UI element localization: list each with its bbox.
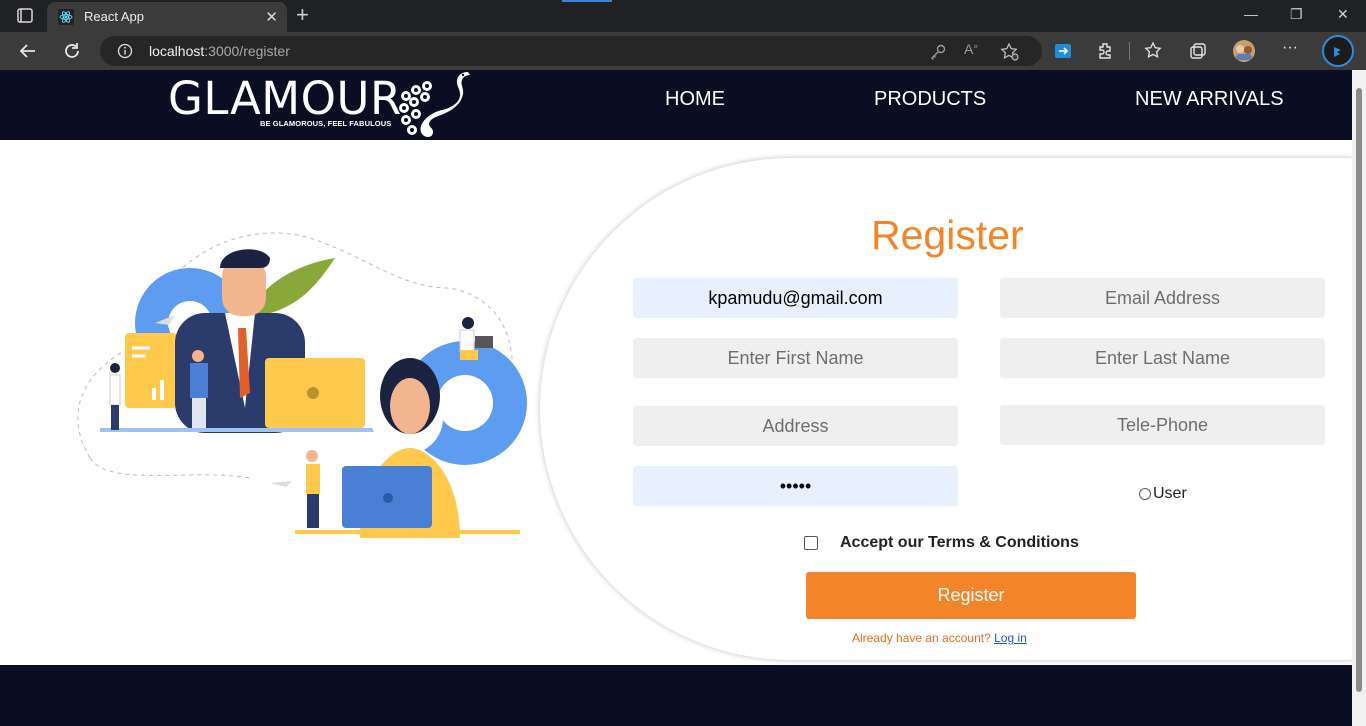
add-favorite-icon[interactable] bbox=[1000, 42, 1020, 62]
register-button[interactable]: Register bbox=[806, 572, 1136, 619]
teamwork-illustration bbox=[77, 232, 527, 538]
read-aloud-icon[interactable]: A» bbox=[964, 41, 984, 61]
brand-tagline: BE GLAMOROUS, FEEL FABULOUS bbox=[260, 119, 392, 128]
brand-logo[interactable]: GLAMOUR bbox=[168, 72, 402, 125]
terms-row: Accept our Terms & Conditions bbox=[804, 534, 1079, 552]
radio-label: User bbox=[1153, 485, 1187, 502]
radio-button[interactable] bbox=[1139, 488, 1151, 500]
close-tab-icon[interactable]: ✕ bbox=[265, 8, 278, 26]
more-options-icon[interactable]: ··· bbox=[1282, 39, 1302, 59]
first-name-field[interactable] bbox=[633, 338, 958, 378]
profile-avatar[interactable] bbox=[1232, 39, 1256, 63]
copilot-icon[interactable] bbox=[1322, 35, 1354, 67]
screenshot-icon[interactable] bbox=[1053, 41, 1073, 61]
refresh-icon[interactable] bbox=[62, 41, 82, 61]
scrollbar-thumb[interactable] bbox=[1356, 88, 1362, 692]
terms-label: Accept our Terms & Conditions bbox=[840, 534, 1079, 551]
active-indicator bbox=[562, 0, 612, 2]
telephone-field[interactable] bbox=[1000, 405, 1325, 445]
toolbar-divider bbox=[1129, 42, 1130, 60]
extensions-icon[interactable] bbox=[1096, 41, 1116, 61]
minimize-icon[interactable]: — bbox=[1244, 6, 1258, 22]
collections-icon[interactable] bbox=[1188, 41, 1208, 61]
restore-icon[interactable]: ❐ bbox=[1290, 6, 1303, 23]
login-link[interactable]: Log in bbox=[994, 631, 1027, 645]
user-radio[interactable]: User bbox=[1139, 485, 1187, 503]
back-icon[interactable] bbox=[18, 41, 38, 61]
address-bar: localhost:3000/register A» ··· bbox=[0, 32, 1366, 70]
page-scrollbar[interactable] bbox=[1352, 70, 1366, 726]
page: GLAMOUR BE GLAMOROUS, FEEL FABULOUS HOME… bbox=[0, 70, 1360, 726]
register-section bbox=[0, 140, 1360, 665]
tab-title: React App bbox=[84, 9, 144, 24]
browser-tabbar: React App ✕ + — ❐ ✕ bbox=[0, 0, 1366, 32]
login-prompt: Already have an account? Log in bbox=[852, 631, 1027, 645]
tab-actions-icon[interactable] bbox=[10, 6, 38, 26]
terms-checkbox[interactable] bbox=[804, 536, 818, 550]
site-navbar: GLAMOUR BE GLAMOROUS, FEEL FABULOUS HOME… bbox=[0, 70, 1352, 140]
site-info-icon[interactable] bbox=[117, 43, 133, 59]
nav-products[interactable]: PRODUCTS bbox=[874, 88, 986, 111]
login-prompt-text: Already have an account? bbox=[852, 631, 991, 645]
address-field[interactable] bbox=[633, 406, 958, 446]
url-field[interactable]: localhost:3000/register A» bbox=[100, 36, 1042, 66]
last-name-field[interactable] bbox=[1000, 338, 1325, 378]
new-tab-icon[interactable]: + bbox=[296, 4, 309, 26]
react-icon bbox=[58, 9, 74, 25]
password-field[interactable] bbox=[633, 466, 958, 506]
browser-tab[interactable]: React App ✕ bbox=[47, 2, 287, 32]
email-field[interactable] bbox=[633, 278, 958, 318]
url-text: localhost:3000/register bbox=[149, 43, 290, 59]
key-icon[interactable] bbox=[928, 42, 948, 62]
email-address-field[interactable] bbox=[1000, 278, 1325, 318]
register-title: Register bbox=[871, 212, 1024, 258]
nav-new-arrivals[interactable]: NEW ARRIVALS bbox=[1135, 88, 1284, 111]
peacock-logo-icon bbox=[399, 72, 470, 137]
nav-home[interactable]: HOME bbox=[665, 88, 725, 111]
window-close-icon[interactable]: ✕ bbox=[1337, 6, 1349, 23]
favorites-icon[interactable] bbox=[1144, 41, 1164, 61]
